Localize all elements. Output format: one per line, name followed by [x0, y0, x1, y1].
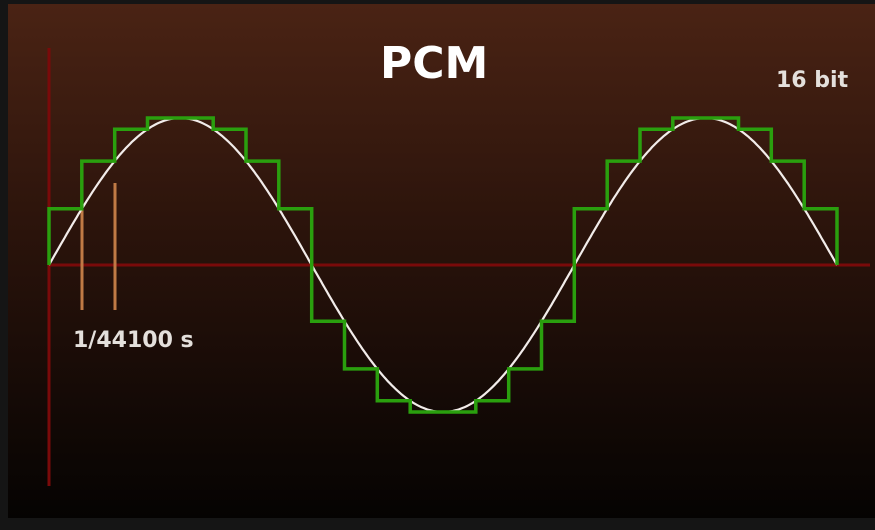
bit-depth-label: 16 bit	[776, 68, 849, 93]
diagram-panel: PCM 16 bit 1/44100 s	[8, 4, 875, 518]
diagram-title: PCM	[380, 38, 489, 89]
sample-interval-label: 1/44100 s	[73, 328, 194, 353]
pcm-diagram: PCM 16 bit 1/44100 s	[0, 0, 875, 530]
